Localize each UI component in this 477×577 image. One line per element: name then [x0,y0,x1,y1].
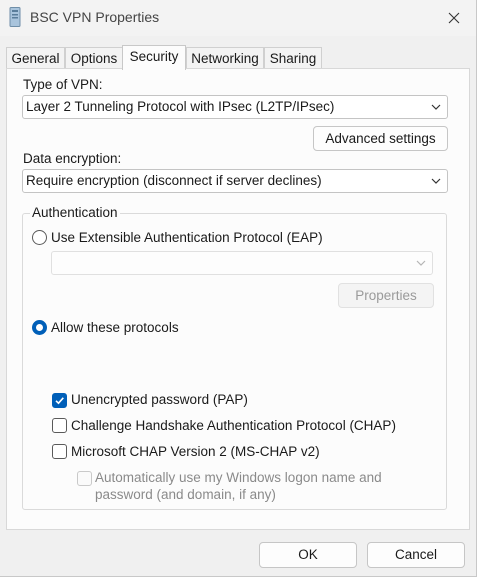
eap-radio[interactable] [32,230,47,245]
close-button[interactable] [440,6,468,30]
vpn-properties-dialog: BSC VPN Properties General Options Secur… [0,0,477,577]
close-icon [448,12,460,24]
chap-checkbox[interactable] [52,418,67,433]
autologon-checkbox[interactable] [77,471,92,486]
vpn-type-select[interactable]: Layer 2 Tunneling Protocol with IPsec (L… [22,95,448,119]
tab-options[interactable]: Options [65,47,123,69]
autologon-label-line1[interactable]: Automatically use my Windows logon name … [95,470,382,485]
data-encryption-select[interactable]: Require encryption (disconnect if server… [22,169,448,193]
tab-general[interactable]: General [6,47,65,69]
title-bar: BSC VPN Properties [0,0,476,36]
ok-button[interactable]: OK [259,542,357,568]
vpn-type-label: Type of VPN: [23,77,103,92]
network-adapter-icon [9,7,21,27]
pap-label[interactable]: Unencrypted password (PAP) [71,392,248,407]
chap-label[interactable]: Challenge Handshake Authentication Proto… [71,418,396,433]
chevron-down-icon [431,104,441,110]
allow-protocols-label[interactable]: Allow these protocols [51,320,179,335]
checkmark-icon [55,397,64,405]
authentication-group-title: Authentication [30,205,120,220]
allow-protocols-radio[interactable] [32,320,47,335]
chevron-down-icon [431,178,441,184]
mschap-label[interactable]: Microsoft CHAP Version 2 (MS-CHAP v2) [71,444,320,459]
eap-properties-button[interactable]: Properties [338,283,434,308]
window-title: BSC VPN Properties [30,9,160,25]
cancel-button[interactable]: Cancel [367,542,465,568]
tab-sharing[interactable]: Sharing [264,47,322,69]
tab-security[interactable]: Security [122,45,186,70]
eap-radio-label[interactable]: Use Extensible Authentication Protocol (… [51,230,323,245]
data-encryption-value: Require encryption (disconnect if server… [26,173,322,188]
eap-method-select[interactable] [51,251,433,275]
pap-checkbox[interactable] [52,393,67,408]
tab-networking[interactable]: Networking [186,47,264,69]
data-encryption-label: Data encryption: [23,151,122,166]
advanced-settings-button[interactable]: Advanced settings [313,126,448,151]
vpn-type-value: Layer 2 Tunneling Protocol with IPsec (L… [26,99,335,114]
autologon-label-line2[interactable]: password (and domain, if any) [95,487,276,502]
mschap-checkbox[interactable] [52,444,67,459]
chevron-down-icon [416,260,426,266]
